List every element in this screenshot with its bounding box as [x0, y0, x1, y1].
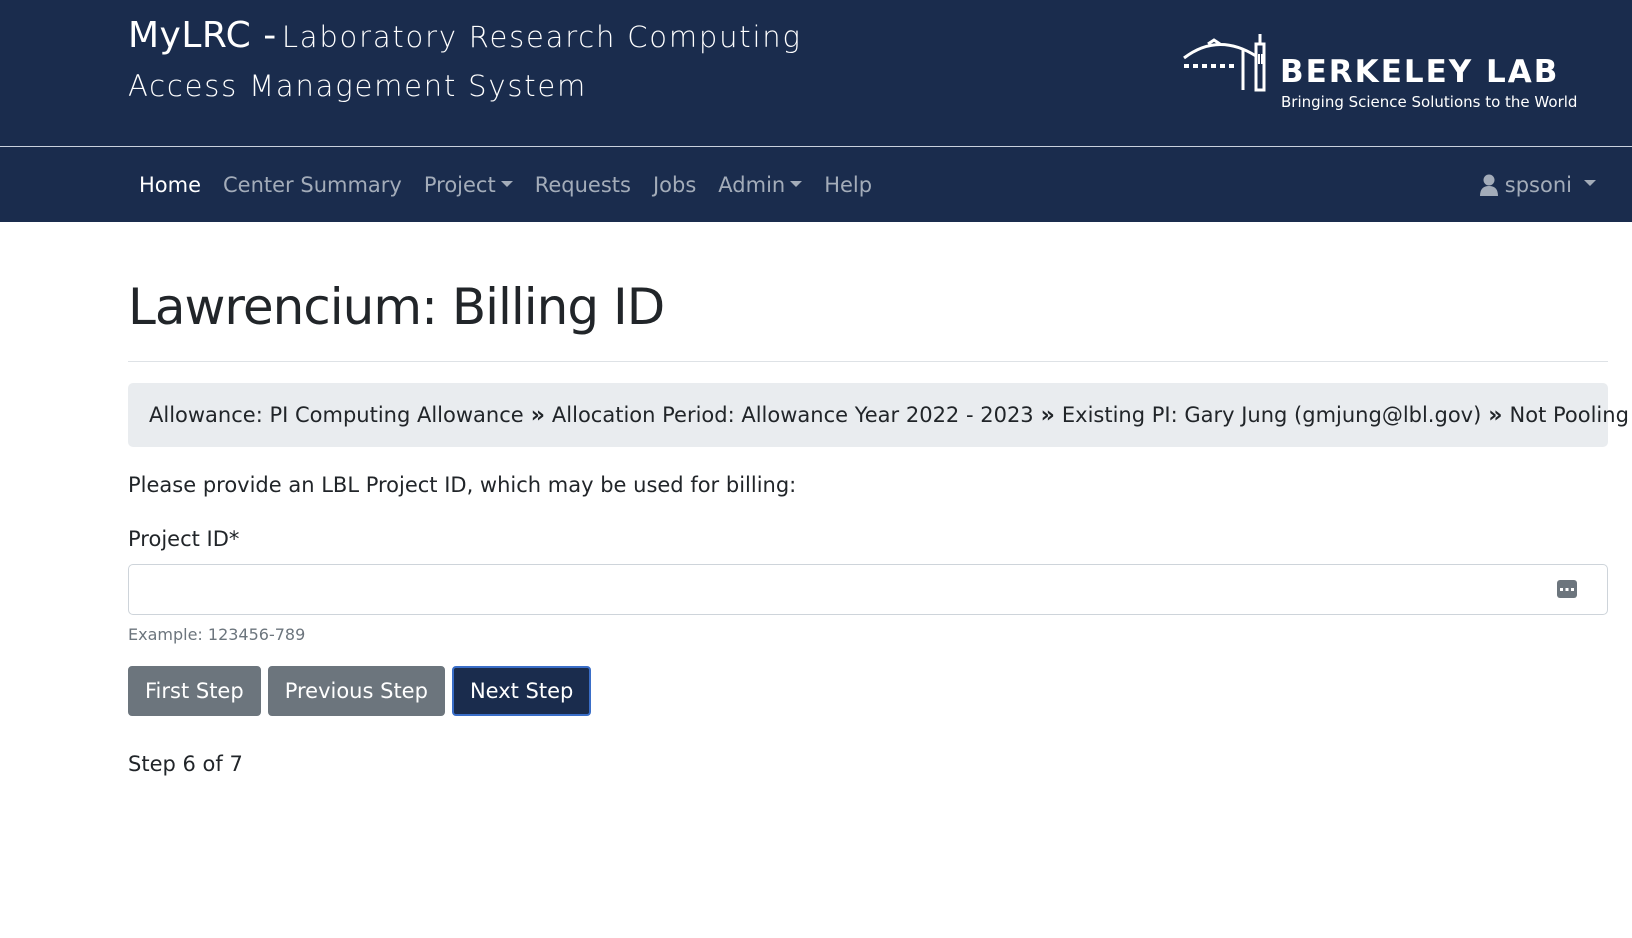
project-id-input[interactable]: [129, 565, 1607, 614]
user-icon: [1479, 174, 1498, 196]
brand-subtitle-line2: Access Management System: [128, 69, 588, 103]
nav-project-dropdown[interactable]: Project: [413, 173, 524, 197]
project-id-help-text: Example: 123456-789: [128, 625, 306, 644]
site-header: MyLRC - Laboratory Research Computing Ac…: [0, 0, 1632, 146]
caret-down-icon: [500, 181, 513, 187]
caret-down-icon: [790, 181, 803, 187]
nav-admin-label: Admin: [718, 172, 786, 197]
breadcrumb-existing-pi: Existing PI: Gary Jung (gmjung@lbl.gov): [1061, 403, 1482, 427]
breadcrumb-pooling: Not Pooling: [1509, 403, 1629, 427]
nav-items: Home Center Summary Project Requests Job…: [128, 147, 883, 222]
nav-jobs[interactable]: Jobs: [642, 173, 707, 197]
first-step-button[interactable]: First Step: [128, 666, 261, 716]
autofill-key-icon[interactable]: [1557, 580, 1577, 598]
nav-requests[interactable]: Requests: [524, 173, 642, 197]
lab-building-icon: [1183, 34, 1266, 92]
nav-help[interactable]: Help: [813, 173, 883, 197]
nav-project-label: Project: [423, 172, 496, 197]
user-menu-dropdown[interactable]: spsoni: [1479, 147, 1596, 222]
caret-down-icon: [1584, 180, 1596, 186]
nav-center-summary[interactable]: Center Summary: [212, 173, 413, 197]
brand-name: MyLRC -: [128, 15, 277, 56]
logo-name: BERKELEY LAB: [1280, 54, 1560, 90]
main-navbar: Home Center Summary Project Requests Job…: [0, 146, 1632, 222]
step-indicator: Step 6 of 7: [128, 752, 243, 776]
intro-text: Please provide an LBL Project ID, which …: [128, 473, 797, 497]
breadcrumb-separator-icon: »: [530, 402, 545, 428]
step-buttons: First Step Previous Step Next Step: [128, 666, 598, 716]
breadcrumb-allocation-period: Allocation Period: Allowance Year 2022 -…: [551, 403, 1034, 427]
breadcrumb-separator-icon: »: [1040, 402, 1055, 428]
logo-tagline: Bringing Science Solutions to the World: [1281, 93, 1578, 111]
breadcrumb-allowance: Allowance: PI Computing Allowance: [149, 403, 524, 427]
project-id-label: Project ID*: [128, 527, 240, 551]
page-title: Lawrencium: Billing ID: [128, 278, 665, 336]
user-name: spsoni: [1504, 172, 1572, 197]
nav-admin-dropdown[interactable]: Admin: [707, 173, 813, 197]
nav-home[interactable]: Home: [128, 173, 212, 197]
title-divider: [128, 361, 1608, 362]
site-brand[interactable]: MyLRC - Laboratory Research Computing Ac…: [128, 14, 802, 108]
berkeley-lab-logo[interactable]: BERKELEY LAB Bringing Science Solutions …: [1178, 20, 1578, 120]
breadcrumb-separator-icon: »: [1488, 402, 1503, 428]
next-step-button[interactable]: Next Step: [451, 666, 592, 716]
breadcrumb: Allowance: PI Computing Allowance » Allo…: [128, 383, 1629, 447]
project-id-field: [128, 564, 1608, 615]
previous-step-button[interactable]: Previous Step: [267, 666, 445, 716]
brand-subtitle-line1: Laboratory Research Computing: [281, 20, 802, 54]
